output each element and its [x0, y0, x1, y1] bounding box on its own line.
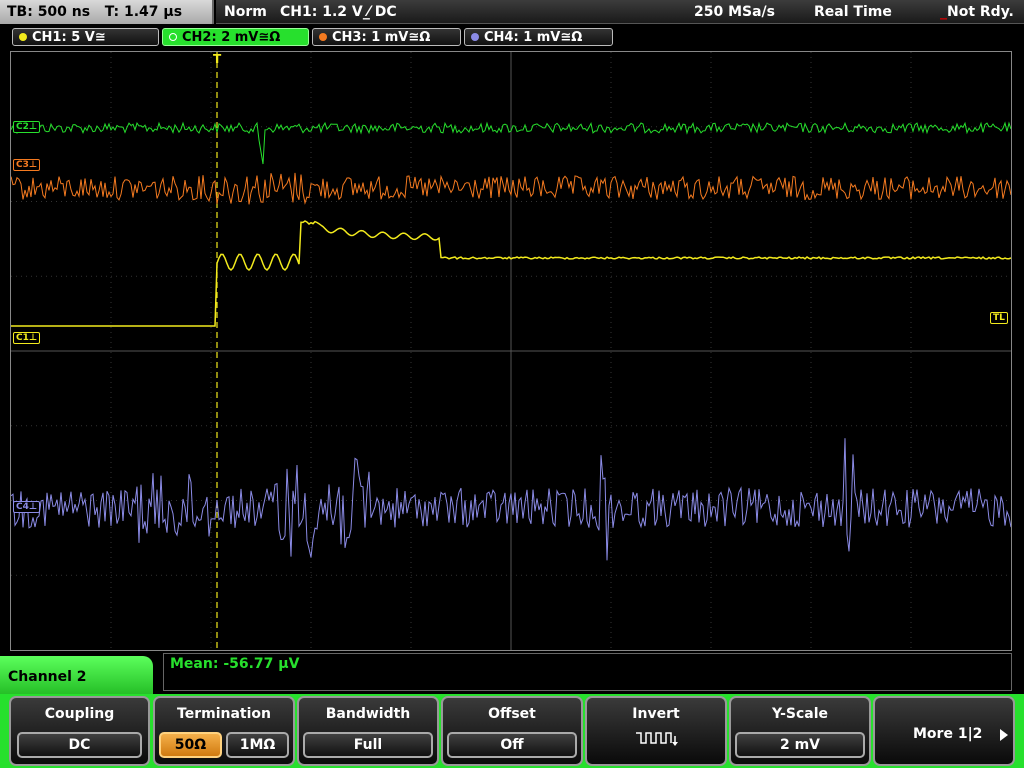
bandwidth-title: Bandwidth: [325, 706, 411, 722]
ch3-color-icon: [319, 33, 327, 41]
invert-title: Invert: [632, 706, 680, 722]
acquisition-mode: Real Time: [814, 4, 892, 20]
softkey-bar: Coupling DC Termination 50Ω 1MΩ Bandwidt…: [0, 694, 1024, 768]
waveform-canvas: [11, 52, 1011, 650]
measurement-bar: Mean: -56.77 µV: [163, 653, 1012, 691]
ch4-level-marker[interactable]: C4⊥: [13, 501, 41, 513]
trigger-level-marker[interactable]: TL: [990, 312, 1008, 324]
trigger-mode[interactable]: Norm: [224, 4, 267, 20]
invert-square-wave-icon: [636, 732, 678, 746]
yscale-title: Y-Scale: [771, 706, 828, 722]
yscale-value[interactable]: 2 mV: [735, 732, 865, 758]
coupling-value[interactable]: DC: [17, 732, 142, 758]
arrow-right-icon: [1000, 729, 1008, 741]
status-strip: Norm CH1: 1.2 V ⁄̲ DC 250 MSa/s Real Tim…: [216, 0, 1024, 24]
termination-softkey[interactable]: Termination 50Ω 1MΩ: [153, 696, 295, 766]
measurement-mean[interactable]: Mean: -56.77 µV: [170, 656, 299, 672]
channel-tab-ch2[interactable]: CH2: 2 mV≅Ω: [162, 28, 309, 46]
offset-title: Offset: [488, 706, 536, 722]
acquisition-status: _Not Rdy.: [940, 4, 1014, 20]
ch1-level-marker[interactable]: C1⊥: [13, 332, 41, 344]
sample-rate: 250 MSa/s: [694, 4, 776, 20]
trigger-position-marker[interactable]: T: [211, 53, 223, 65]
termination-50ohm[interactable]: 50Ω: [159, 732, 222, 758]
trigger-time-label: T: 1.47 µs: [104, 4, 183, 20]
ch3-level-marker[interactable]: C3⊥: [13, 159, 41, 171]
channel-tab-ch1[interactable]: CH1: 5 V≅: [12, 28, 159, 46]
bandwidth-value[interactable]: Full: [303, 732, 433, 758]
ch4-color-icon: [471, 33, 479, 41]
more-softkey[interactable]: More 1|2: [873, 696, 1015, 766]
offset-value[interactable]: Off: [447, 732, 577, 758]
yscale-softkey[interactable]: Y-Scale 2 mV: [729, 696, 871, 766]
coupling-title: Coupling: [44, 706, 115, 722]
ch2-level-marker[interactable]: C2⊥: [13, 121, 41, 133]
offset-softkey[interactable]: Offset Off: [441, 696, 583, 766]
timebase-label: TB: 500 ns: [7, 4, 91, 20]
waveform-display[interactable]: C2⊥ C3⊥ C1⊥ C4⊥ TL T: [10, 51, 1012, 651]
timebase-box[interactable]: TB: 500 ns T: 1.47 µs: [0, 0, 214, 24]
channel-tab-ch3[interactable]: CH3: 1 mV≅Ω: [312, 28, 461, 46]
termination-title: Termination: [177, 706, 271, 722]
bandwidth-softkey[interactable]: Bandwidth Full: [297, 696, 439, 766]
coupling-softkey[interactable]: Coupling DC: [9, 696, 150, 766]
status-bar: TB: 500 ns T: 1.47 µs Norm CH1: 1.2 V ⁄̲…: [0, 0, 1024, 26]
invert-softkey[interactable]: Invert: [585, 696, 727, 766]
trigger-setting[interactable]: CH1: 1.2 V ⁄̲ DC: [280, 4, 397, 20]
ch2-color-icon: [169, 33, 177, 41]
ch1-color-icon: [19, 33, 27, 41]
more-label: More 1|2: [913, 726, 983, 742]
termination-1mohm[interactable]: 1MΩ: [226, 732, 289, 758]
channel-tab-ch4[interactable]: CH4: 1 mV≅Ω: [464, 28, 613, 46]
